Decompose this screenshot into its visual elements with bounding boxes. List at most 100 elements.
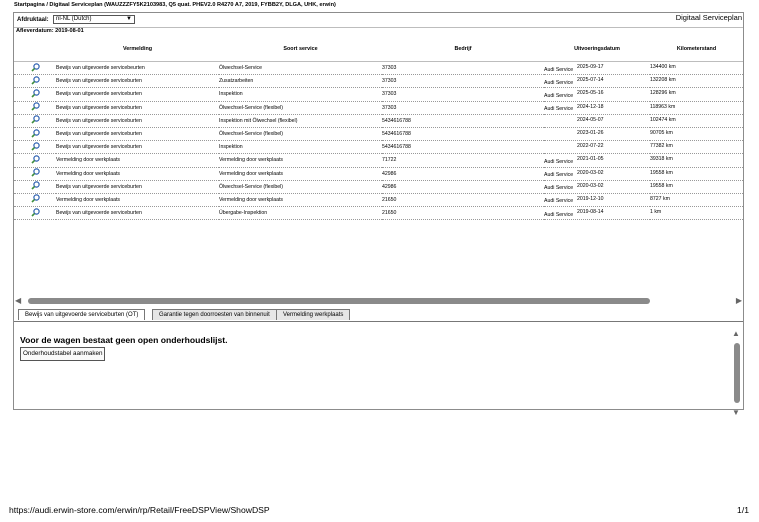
table-row[interactable]: Bewijs van uitgevoerde serviceburten Ölwe… — [14, 100, 743, 115]
breadcrumb: Startpagina / Digitaal Serviceplan (WAUZ… — [14, 2, 336, 8]
cell-date-value: 2019-12-10 — [577, 195, 604, 202]
row-view-cell[interactable] — [14, 180, 56, 194]
vertical-scroll-thumb[interactable] — [734, 343, 740, 403]
cell-date-value: 2021-01-05 — [577, 156, 604, 163]
cell-entry: Vermelding door werkplaats — [56, 193, 219, 208]
cell-date: Audi Service 2020-03-02 — [544, 167, 650, 181]
cell-date-value: 2020-03-02 — [577, 169, 604, 176]
cell-entry: Bewijs van uitgevoerde serviceburten — [56, 180, 219, 194]
cell-service: Inspektion mit Ölwechsel (flexibel) — [219, 114, 382, 128]
tab-service-proof[interactable]: Bewijs van uitgevoerde serviceburten (OT… — [18, 309, 146, 320]
magnifier-icon[interactable] — [30, 194, 40, 204]
magnifier-icon[interactable] — [30, 76, 40, 85]
table-row[interactable]: Bewijs van uitgevoerde serviceburten Über… — [14, 205, 743, 221]
scroll-right-icon[interactable]: ▶ — [736, 296, 742, 305]
tab-bar: Bewijs van uitgevoerde serviceburten (OT… — [14, 307, 743, 322]
row-view-cell[interactable] — [14, 74, 56, 89]
col-header-entry[interactable]: Vermelding — [56, 37, 219, 62]
row-view-cell[interactable] — [14, 206, 56, 221]
cell-entry: Vermelding door werkplaats — [56, 153, 219, 168]
table-row[interactable]: Bewijs van uitgevoerde servicebeurten Ölw… — [14, 60, 743, 76]
cell-mileage: 19558 km — [650, 179, 743, 193]
scroll-left-icon[interactable]: ◀ — [15, 296, 21, 305]
language-select-value: nl-NL (Dutch) — [56, 16, 92, 22]
cell-entry: Bewijs van uitgevoerde servicebeurten — [56, 61, 219, 76]
table-header-row: Vermelding Soort service Bedrijf Uitvoer… — [14, 37, 743, 62]
cell-date: Audi Service 2021-01-05 — [544, 153, 650, 168]
cell-service: Vermelding door werkplaats — [219, 167, 382, 181]
col-header-mileage[interactable]: Kilometerstand — [650, 37, 743, 62]
cell-service: Übergabe-Inspektion — [219, 206, 382, 221]
tab-rust-warranty[interactable]: Garantie tegen doorroesten van binnenuit — [152, 309, 277, 320]
magnifier-icon[interactable] — [30, 89, 40, 98]
table-row[interactable]: Bewijs van uitgevoerde serviceburten Zusa… — [14, 73, 743, 89]
cell-mileage: 19558 km — [650, 166, 743, 180]
cell-company-name: Audi Service — [544, 92, 574, 99]
magnifier-icon[interactable] — [30, 142, 40, 151]
col-header-date[interactable]: Uitvoeringsdatum — [544, 37, 650, 62]
cell-date-value: 2020-03-02 — [577, 182, 604, 189]
row-view-cell[interactable] — [14, 193, 56, 208]
row-view-cell[interactable] — [14, 87, 56, 102]
cell-date: 2022-07-22 — [544, 140, 650, 155]
table-row[interactable]: Bewijs van uitgevoerde serviceburten Ölwe… — [14, 126, 743, 142]
cell-entry: Vermelding door werkplaats — [56, 167, 219, 181]
delivery-date: Afleverdatum: 2019-08-01 — [16, 28, 84, 34]
cell-date: Audi Service 2025-09-17 — [544, 61, 650, 76]
cell-company: 37303 — [382, 74, 544, 89]
cell-company-name: Audi Service — [544, 66, 574, 73]
scroll-up-icon[interactable]: ▲ — [732, 329, 740, 338]
magnifier-icon[interactable] — [30, 62, 40, 72]
service-table-container: Vermelding Soort service Bedrijf Uitvoer… — [14, 37, 743, 237]
horizontal-scroll-thumb[interactable] — [28, 298, 650, 304]
magnifier-icon[interactable] — [30, 168, 40, 177]
magnifier-icon[interactable] — [30, 207, 40, 217]
language-select[interactable]: nl-NL (Dutch) ▼ — [53, 15, 135, 24]
magnifier-icon[interactable] — [30, 181, 40, 190]
row-view-cell[interactable] — [14, 167, 56, 181]
cell-mileage: 118963 km — [650, 100, 743, 114]
row-view-cell[interactable] — [14, 101, 56, 115]
language-label: Afdruktaal: — [17, 17, 49, 23]
table-row[interactable]: Vermelding door werkplaats Vermelding doo… — [14, 152, 743, 168]
table-row[interactable]: Vermelding door werkplaats Vermelding doo… — [14, 192, 743, 208]
cell-entry: Bewijs van uitgevoerde serviceburten — [56, 206, 219, 221]
row-view-cell[interactable] — [14, 153, 56, 168]
cell-date-value: 2025-05-16 — [577, 90, 604, 97]
row-view-cell[interactable] — [14, 127, 56, 142]
tab-workshop-entry[interactable]: Vermelding werkplaats — [276, 309, 351, 320]
cell-service: Inspektion — [219, 87, 382, 102]
row-view-cell[interactable] — [14, 114, 56, 128]
cell-date: Audi Service 2020-03-02 — [544, 180, 650, 194]
cell-date-value: 2024-12-18 — [577, 103, 604, 110]
cell-company: 5434616788 — [382, 127, 544, 142]
vertical-scrollbar[interactable]: ▲ ▼ — [732, 329, 742, 417]
row-view-cell[interactable] — [14, 61, 56, 76]
table-row[interactable]: Bewijs van uitgevoerde serviceburten Insp… — [14, 113, 743, 128]
cell-mileage: 134400 km — [650, 60, 743, 75]
cell-date: Audi Service 2025-07-14 — [544, 74, 650, 89]
table-row[interactable]: Vermelding door werkplaats Vermelding doo… — [14, 166, 743, 181]
cell-mileage: 39318 km — [650, 152, 743, 167]
table-row[interactable]: Bewijs van uitgevoerde serviceburten Ölwe… — [14, 179, 743, 194]
magnifier-icon[interactable] — [30, 128, 40, 138]
col-header-service[interactable]: Soort service — [219, 37, 382, 62]
create-maintenance-table-button[interactable]: Onderhoudstabel aanmaken — [20, 347, 106, 361]
cell-entry: Bewijs van uitgevoerde serviceburten — [56, 127, 219, 142]
scroll-down-icon[interactable]: ▼ — [732, 408, 740, 417]
row-view-cell[interactable] — [14, 140, 56, 155]
cell-date-value: 2024-05-07 — [577, 116, 604, 123]
service-table: Vermelding Soort service Bedrijf Uitvoer… — [14, 37, 743, 221]
col-header-company[interactable]: Bedrijf — [382, 37, 544, 62]
cell-mileage: 77382 km — [650, 139, 743, 154]
magnifier-icon[interactable] — [30, 102, 40, 111]
cell-date-value: 2022-07-22 — [577, 143, 604, 150]
table-row[interactable]: Bewijs van uitgevoerde serviceburten Insp… — [14, 86, 743, 102]
cell-mileage: 8727 km — [650, 192, 743, 207]
horizontal-scrollbar[interactable]: ◀ ▶ — [14, 296, 743, 306]
table-row[interactable]: Bewijs van uitgevoerde serviceburten Insp… — [14, 139, 743, 155]
magnifier-icon[interactable] — [30, 155, 40, 164]
cell-mileage: 132208 km — [650, 73, 743, 88]
cell-company: 42986 — [382, 180, 544, 194]
magnifier-icon[interactable] — [30, 115, 40, 124]
